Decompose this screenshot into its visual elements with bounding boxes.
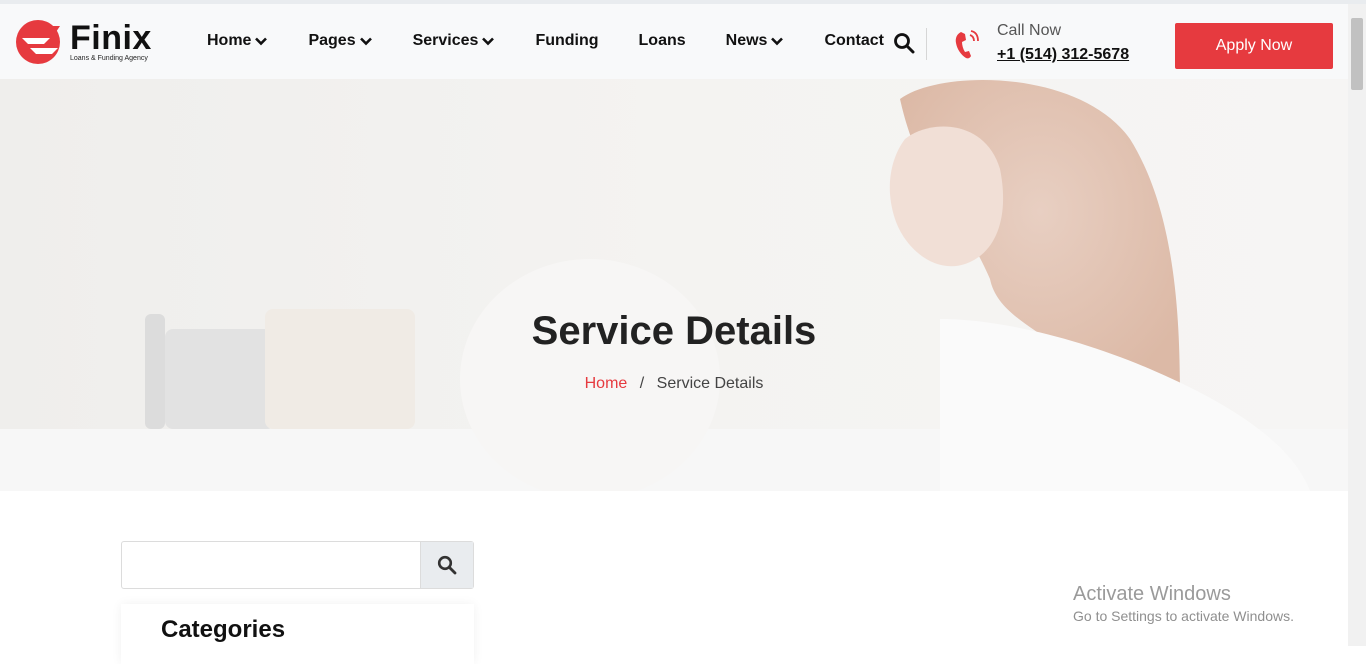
nav-item-services[interactable]: Services <box>413 32 496 50</box>
phone-ringing-icon <box>955 30 979 59</box>
sidebar-search-box <box>121 541 474 589</box>
apply-now-button[interactable]: Apply Now <box>1175 23 1333 69</box>
breadcrumb-separator: / <box>639 375 645 392</box>
main-nav: Home Pages Services Funding Loans News C… <box>207 32 884 50</box>
hero-banner: Service Details Home / Service Details <box>0 79 1348 491</box>
windows-activation-watermark: Activate Windows Go to Settings to activ… <box>1073 583 1294 624</box>
nav-item-label: Loans <box>638 32 686 49</box>
brand-name: Finix <box>70 19 152 57</box>
chevron-down-icon <box>771 37 784 46</box>
page-title: Service Details <box>531 309 817 353</box>
brand-tagline: Loans & Funding Agency <box>70 55 148 62</box>
site-header: Finix Loans & Funding Agency Home Pages … <box>0 4 1348 79</box>
breadcrumb: Home / Service Details <box>0 375 1348 393</box>
nav-item-contact[interactable]: Contact <box>824 32 884 50</box>
sidebar-search-button[interactable] <box>420 542 473 588</box>
hero-background-image <box>0 79 1348 491</box>
categories-widget: Categories <box>121 604 474 664</box>
header-divider <box>926 28 927 60</box>
nav-item-label: Pages <box>308 32 356 49</box>
breadcrumb-home-link[interactable]: Home <box>585 375 628 392</box>
nav-item-news[interactable]: News <box>726 32 785 50</box>
nav-item-funding[interactable]: Funding <box>535 32 598 50</box>
nav-item-home[interactable]: Home <box>207 32 268 50</box>
nav-item-label: Services <box>412 32 479 49</box>
phone-number-link[interactable]: +1 (514) 312-5678 <box>997 46 1129 64</box>
search-icon <box>437 555 457 575</box>
watermark-title: Activate Windows <box>1073 583 1231 605</box>
nav-item-loans[interactable]: Loans <box>639 32 686 50</box>
nav-item-label: Contact <box>824 32 885 49</box>
nav-item-pages[interactable]: Pages <box>308 32 372 50</box>
sidebar-search-input[interactable] <box>122 542 420 588</box>
nav-item-label: News <box>725 32 768 49</box>
categories-title: Categories <box>161 616 286 643</box>
page-scrollbar[interactable] <box>1348 4 1366 646</box>
scrollbar-thumb[interactable] <box>1351 18 1363 90</box>
call-now-label: Call Now <box>997 22 1062 39</box>
nav-item-label: Home <box>207 32 252 49</box>
chevron-down-icon <box>482 37 495 46</box>
brand-logo[interactable]: Finix Loans & Funding Agency <box>14 18 152 66</box>
chevron-down-icon <box>255 37 268 46</box>
watermark-subtitle: Go to Settings to activate Windows. <box>1073 608 1294 624</box>
chevron-down-icon <box>359 37 372 46</box>
breadcrumb-current: Service Details <box>656 375 764 392</box>
nav-item-label: Funding <box>535 32 599 49</box>
search-icon[interactable] <box>893 32 915 54</box>
finix-logo-icon <box>16 20 60 64</box>
